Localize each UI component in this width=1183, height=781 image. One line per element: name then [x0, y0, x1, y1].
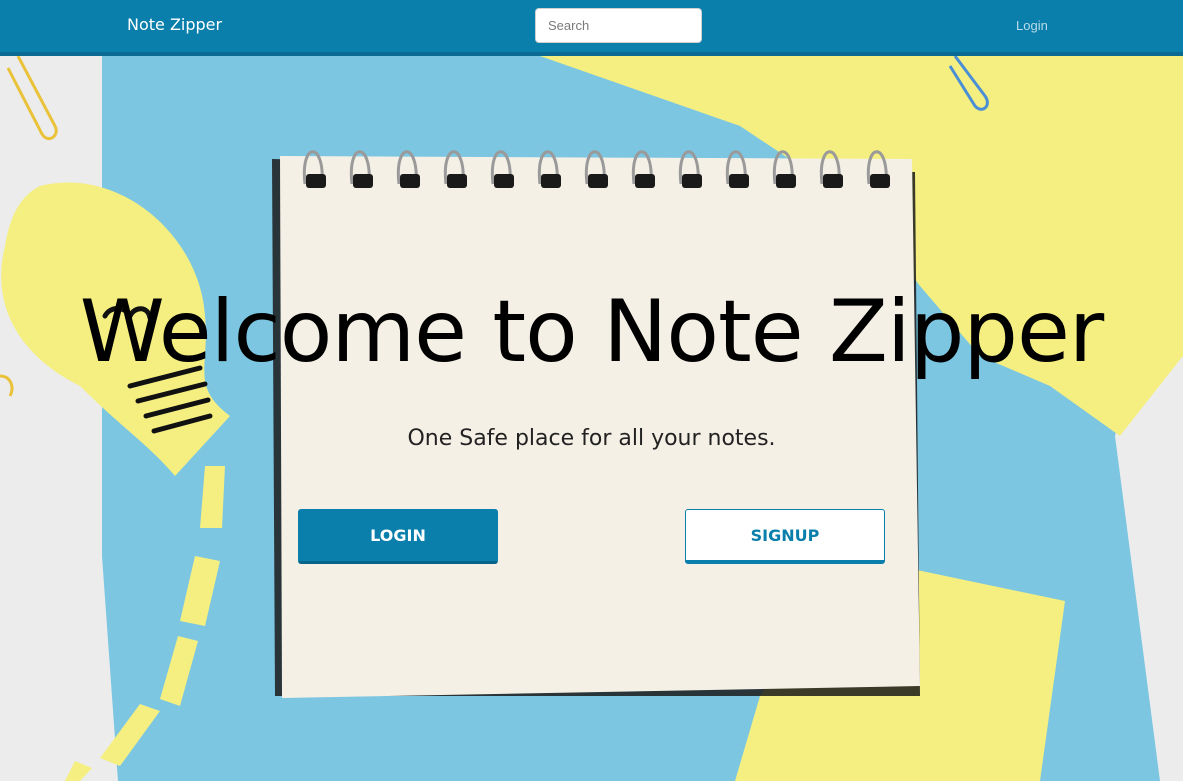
signup-button[interactable]: SIGNUP	[685, 509, 885, 564]
navbar: Note Zipper Login	[0, 0, 1183, 56]
hero-subtitle: One Safe place for all your notes.	[407, 426, 776, 451]
brand-logo-text[interactable]: Note Zipper	[127, 15, 222, 34]
hero-section	[0, 56, 1183, 781]
nav-login-link[interactable]: Login	[1016, 18, 1048, 33]
hero-title: Welcome to Note Zipper	[79, 282, 1105, 382]
login-button[interactable]: LOGIN	[298, 509, 498, 564]
search-input[interactable]	[535, 8, 702, 43]
hero-background-illustration	[0, 56, 1183, 781]
